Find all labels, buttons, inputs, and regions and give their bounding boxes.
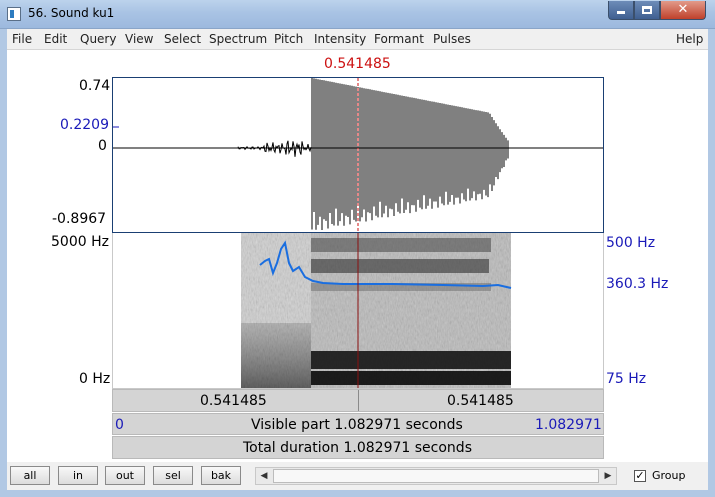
menu-edit[interactable]: Edit: [44, 32, 67, 46]
menu-bar: File Edit Query View Select Spectrum Pit…: [7, 29, 708, 50]
visible-part-text: Visible part 1.082971 seconds: [251, 417, 463, 433]
formant-band-upper: [311, 259, 489, 273]
scrollbar-thumb[interactable]: [273, 469, 599, 483]
pitch-current-label: 360.3 Hz: [606, 276, 669, 292]
menu-view[interactable]: View: [125, 32, 153, 46]
zoom-out-button[interactable]: out: [105, 466, 145, 485]
visible-part-bar[interactable]: 0 Visible part 1.082971 seconds 1.082971: [112, 413, 604, 435]
spectrogram-plot: [241, 233, 512, 388]
visible-end-time: 1.082971: [535, 417, 602, 433]
pitch-max-label: 500 Hz: [606, 235, 656, 251]
vowel-waveform: [311, 78, 509, 230]
frequency-min-label: 0 Hz: [79, 371, 111, 387]
menu-file[interactable]: File: [12, 32, 32, 46]
close-icon: ✕: [677, 2, 689, 17]
zoom-in-button[interactable]: in: [58, 466, 98, 485]
spectrogram-panel[interactable]: [112, 233, 604, 389]
menu-query[interactable]: Query: [80, 32, 116, 46]
zoom-selection-button[interactable]: sel: [153, 466, 193, 485]
menu-pitch[interactable]: Pitch: [274, 32, 303, 46]
formant-band-high: [311, 238, 491, 252]
amplitude-max-label: 0.74: [79, 78, 111, 94]
menu-spectrum[interactable]: Spectrum: [209, 32, 267, 46]
menu-select[interactable]: Select: [164, 32, 201, 46]
waveform-panel[interactable]: [112, 77, 604, 233]
left-segment-time: 0.541485: [200, 393, 267, 409]
cursor-time-label: 0.541485: [324, 56, 391, 72]
pitch-min-label: 75 Hz: [606, 371, 647, 387]
formant-band-f2: [311, 351, 511, 369]
window-title: 56. Sound ku1: [28, 6, 115, 20]
group-checkbox[interactable]: ✓: [634, 470, 646, 482]
right-segment-time: 0.541485: [447, 393, 514, 409]
waveform-plot: [113, 78, 603, 232]
horizontal-scrollbar[interactable]: ◀ ▶: [255, 467, 617, 485]
group-label: Group: [652, 469, 686, 482]
menu-intensity[interactable]: Intensity: [314, 32, 366, 46]
window-icon[interactable]: [7, 7, 21, 21]
close-button[interactable]: ✕: [660, 1, 706, 20]
formant-band-f1: [311, 371, 511, 385]
maximize-icon: [642, 6, 652, 14]
pre-voicing-noise: [237, 140, 312, 157]
spectrogram-noise-low: [241, 323, 311, 388]
chevron-left-icon[interactable]: ◀: [256, 468, 272, 484]
menu-pulses[interactable]: Pulses: [433, 32, 471, 46]
total-duration-bar[interactable]: Total duration 1.082971 seconds: [112, 436, 604, 459]
bottom-toolbar: all in out sel bak ◀ ▶ ✓ Group: [7, 462, 708, 490]
minimize-icon: [617, 11, 625, 14]
maximize-button[interactable]: [634, 1, 660, 20]
menu-help[interactable]: Help: [676, 32, 703, 46]
visible-start-time: 0: [115, 417, 124, 433]
window-frame-left: [0, 29, 7, 497]
window-frame-right: [708, 29, 715, 497]
menu-formant[interactable]: Formant: [374, 32, 424, 46]
amplitude-marker-label: 0.2209: [60, 117, 109, 133]
total-duration-text: Total duration 1.082971 seconds: [243, 440, 472, 456]
amplitude-min-label: -0.8967: [52, 211, 107, 227]
zoom-all-button[interactable]: all: [10, 466, 50, 485]
chevron-right-icon[interactable]: ▶: [600, 468, 616, 484]
bar-divider: [358, 390, 359, 411]
zoom-back-button[interactable]: bak: [201, 466, 241, 485]
title-bar[interactable]: 56. Sound ku1 ✕: [0, 0, 715, 29]
frequency-max-label: 5000 Hz: [51, 234, 109, 250]
minimize-button[interactable]: [608, 1, 634, 20]
cursor-time-bar[interactable]: 0.541485 0.541485: [112, 389, 604, 412]
amplitude-zero-label: 0: [98, 138, 107, 154]
window-frame-bottom: [0, 490, 715, 497]
